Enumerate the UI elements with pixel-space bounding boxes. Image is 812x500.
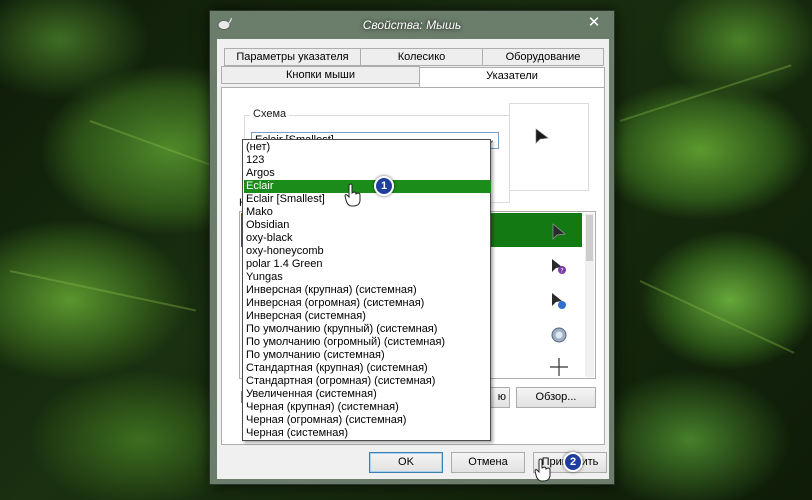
dropdown-option[interactable]: Увеличенная (системная): [244, 388, 491, 401]
scheme-dropdown-list[interactable]: (нет) 123 Argos Eclair Eclair [Smallest]…: [242, 139, 491, 441]
arrow-cursor-icon: [535, 128, 549, 144]
dropdown-option[interactable]: По умолчанию (системная): [244, 349, 491, 362]
tab-wheel[interactable]: Колесико: [360, 48, 483, 66]
hand-pointer-icon: [534, 458, 551, 482]
dropdown-option[interactable]: oxy-honeycomb: [244, 245, 491, 258]
dropdown-option[interactable]: Eclair [Smallest]: [244, 193, 491, 206]
close-button[interactable]: ✕: [582, 13, 606, 33]
svg-text:?: ?: [560, 268, 563, 275]
title-bar[interactable]: Свойства: Мышь ✕: [210, 11, 614, 39]
working-cursor-icon: [552, 293, 566, 309]
busy-cursor-icon: [551, 327, 567, 343]
tab-hardware[interactable]: Оборудование: [482, 48, 604, 66]
dropdown-option[interactable]: oxy-black: [244, 232, 491, 245]
help-cursor-icon: ?: [552, 259, 566, 275]
hand-pointer-icon: [344, 183, 361, 207]
dropdown-option[interactable]: Инверсная (огромная) (системная): [244, 297, 491, 310]
scheme-legend: Схема: [250, 108, 290, 120]
tab-pointers[interactable]: Указатели: [419, 67, 605, 87]
dropdown-option[interactable]: polar 1.4 Green: [244, 258, 491, 271]
step-1-callout: 1: [374, 176, 394, 196]
dropdown-option[interactable]: Черная (огромная) (системная): [244, 414, 491, 427]
dropdown-option[interactable]: По умолчанию (огромный) (системная): [244, 336, 491, 349]
dropdown-option[interactable]: (нет): [244, 141, 491, 154]
dropdown-option[interactable]: 123: [244, 154, 491, 167]
dropdown-option[interactable]: Инверсная (крупная) (системная): [244, 284, 491, 297]
pointer-preview: [509, 103, 589, 191]
ok-button[interactable]: OK: [369, 452, 443, 473]
background-leaf-vein: [9, 270, 197, 312]
dropdown-option[interactable]: Черная (крупная) (системная): [244, 401, 491, 414]
crosshair-cursor-icon: [550, 358, 568, 376]
tab-buttons[interactable]: Кнопки мыши: [221, 66, 420, 84]
dropdown-option[interactable]: По умолчанию (крупный) (системная): [244, 323, 491, 336]
background-leaf-vein: [639, 280, 795, 354]
arrow-cursor-icon: [552, 223, 566, 240]
dropdown-option[interactable]: Mako: [244, 206, 491, 219]
browse-button[interactable]: Обзор...: [516, 387, 596, 408]
dropdown-option[interactable]: Argos: [244, 167, 491, 180]
list-scrollbar[interactable]: [585, 213, 594, 377]
step-2-callout: 2: [563, 452, 583, 472]
dropdown-option[interactable]: Obsidian: [244, 219, 491, 232]
cancel-button[interactable]: Отмена: [451, 452, 525, 473]
dropdown-option-highlighted[interactable]: Eclair: [244, 180, 491, 193]
dropdown-option[interactable]: Черная (системная): [244, 427, 491, 440]
scrollbar-thumb[interactable]: [586, 215, 593, 261]
background-leaf-vein: [619, 64, 792, 122]
window-title: Свойства: Мышь: [362, 18, 462, 32]
use-default-label: ю: [497, 391, 506, 403]
dropdown-option[interactable]: Yungas: [244, 271, 491, 284]
tab-pointer-options[interactable]: Параметры указателя: [224, 48, 361, 66]
dropdown-option[interactable]: Инверсная (системная): [244, 310, 491, 323]
dropdown-option[interactable]: Стандартная (огромная) (системная): [244, 375, 491, 388]
dropdown-option[interactable]: Стандартная (крупная) (системная): [244, 362, 491, 375]
